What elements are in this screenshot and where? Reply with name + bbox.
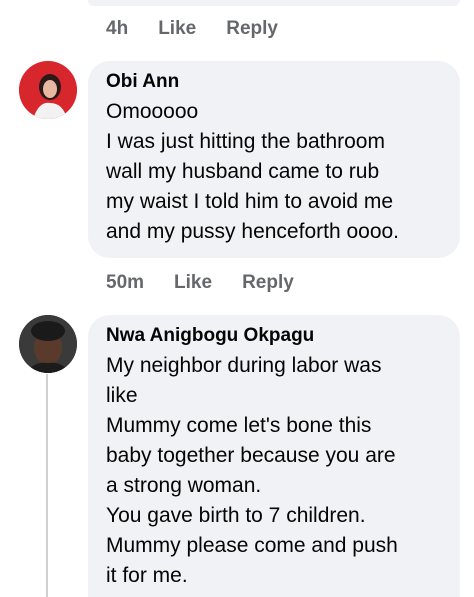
comment-text-line: I was just hitting the bathroom [106, 130, 385, 153]
avatar[interactable] [19, 61, 77, 119]
comment-text-line: a strong woman. [106, 474, 262, 497]
previous-comment-bubble [88, 0, 460, 6]
comment-author[interactable]: Obi Ann [106, 71, 442, 93]
like-button[interactable]: Like [174, 272, 212, 294]
comment-text-line: it for me. [106, 564, 188, 587]
comment-text-line: like [106, 384, 138, 407]
comment-text-line: my waist I told him to avoid me [106, 190, 394, 213]
comment-text-line: and my pussy henceforth oooo. [106, 220, 400, 243]
avatar[interactable] [19, 315, 77, 373]
comment-timestamp[interactable]: 50m [106, 272, 144, 294]
reply-button[interactable]: Reply [226, 18, 278, 40]
comment-timestamp[interactable]: 4h [106, 18, 128, 40]
comment-text-line: Mummy please come and push [106, 534, 398, 557]
comment-actions: 50m Like Reply [106, 272, 324, 294]
comment-text-line: wall my husband came to rub [106, 160, 380, 183]
comment-author[interactable]: Nwa Anigbogu Okpagu [106, 325, 442, 347]
reply-button[interactable]: Reply [242, 272, 294, 294]
reply-thread-line [46, 374, 48, 597]
profile-photo-icon [19, 61, 77, 119]
like-button[interactable]: Like [158, 18, 196, 40]
comment-bubble: Obi Ann Omooooo I was just hitting the b… [88, 61, 460, 258]
comment-bubble: Nwa Anigbogu Okpagu My neighbor during l… [88, 315, 460, 597]
comment-text-line: baby together because you are [106, 444, 396, 467]
comment-text-line: Omooooo [106, 100, 199, 123]
comment-text-line: My neighbor during labor was [106, 354, 382, 377]
profile-photo-icon [19, 315, 77, 373]
previous-comment-actions: 4h Like Reply [106, 18, 308, 40]
comment-text-line: You gave birth to 7 children. [106, 504, 366, 527]
comment-text-line: Mummy come let's bone this [106, 414, 372, 437]
